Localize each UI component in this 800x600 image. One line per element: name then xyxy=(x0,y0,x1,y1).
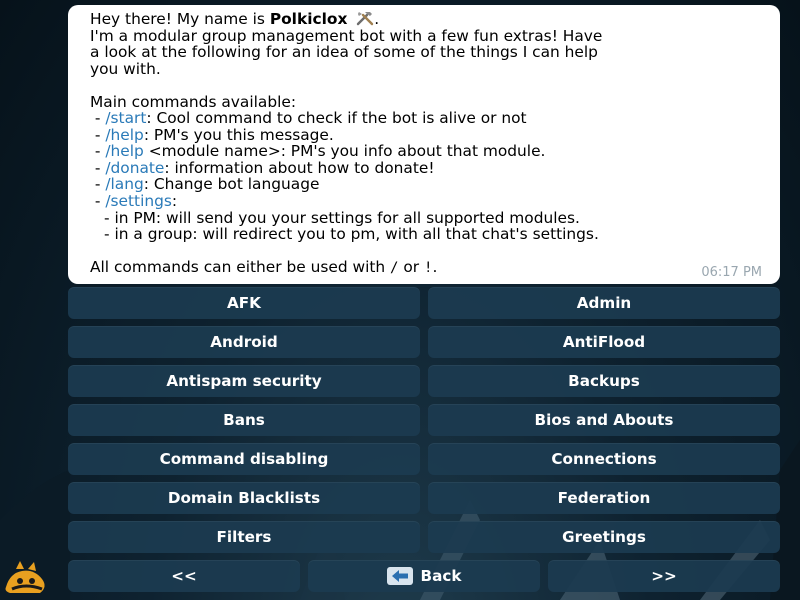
intro-line: I'm a modular group management bot with … xyxy=(90,26,603,45)
inline-keyboard: AFK Admin Android AntiFlood Antispam sec… xyxy=(68,287,780,599)
keyboard-row: Bans Bios and Abouts xyxy=(68,404,780,436)
command-desc: : Cool command to check if the bot is al… xyxy=(146,109,527,128)
bullet: - xyxy=(90,158,106,177)
bullet: - xyxy=(90,125,106,144)
lang-command-link[interactable]: /lang xyxy=(105,175,143,193)
settings-sub-line: - in a group: will redirect you to pm, w… xyxy=(104,225,599,244)
command-desc: <module name>: PM's you info about that … xyxy=(143,142,546,161)
greetings-button[interactable]: Greetings xyxy=(428,521,780,553)
next-page-button[interactable]: >> xyxy=(548,560,780,592)
command-desc: : xyxy=(171,192,178,211)
back-button-label: Back xyxy=(420,567,462,585)
command-line-lang: - /lang: Change bot language xyxy=(90,176,766,193)
keyboard-nav-row: << Back >> xyxy=(68,560,780,592)
command-line-help: - /help: PM's you this message. xyxy=(90,127,766,144)
footer-line: All commands can either be used with / o… xyxy=(90,259,766,276)
command-disabling-button[interactable]: Command disabling xyxy=(68,443,420,475)
settings-command-link[interactable]: /settings xyxy=(105,192,172,210)
command-desc: : PM's you this message. xyxy=(143,125,334,144)
bullet: - xyxy=(90,142,106,161)
command-desc: : information about how to donate! xyxy=(164,158,435,177)
message-timestamp: 06:17 PM xyxy=(701,265,762,280)
bot-name: Polkiclox xyxy=(269,10,348,28)
commands-heading: Main commands available: xyxy=(90,92,297,111)
footer-or: or xyxy=(398,258,425,277)
hammer-and-wrench-icon xyxy=(357,12,374,26)
greeting-line: Hey there! My name is Polkiclox . xyxy=(90,11,766,28)
keyboard-row: Android AntiFlood xyxy=(68,326,780,358)
command-line-settings: - /settings: xyxy=(90,193,766,210)
help-command-link[interactable]: /help xyxy=(105,126,143,144)
start-command-link[interactable]: /start xyxy=(105,109,146,127)
keyboard-row: AFK Admin xyxy=(68,287,780,319)
federation-button[interactable]: Federation xyxy=(428,482,780,514)
prev-page-button[interactable]: << xyxy=(68,560,300,592)
android-button[interactable]: Android xyxy=(68,326,420,358)
bot-avatar-icon[interactable] xyxy=(4,561,48,595)
greeting-suffix: . xyxy=(374,10,380,28)
bans-button[interactable]: Bans xyxy=(68,404,420,436)
filters-button[interactable]: Filters xyxy=(68,521,420,553)
antispam-security-button[interactable]: Antispam security xyxy=(68,365,420,397)
footer-text: All commands can either be used with xyxy=(90,258,391,277)
backups-button[interactable]: Backups xyxy=(428,365,780,397)
bot-message-bubble: Hey there! My name is Polkiclox . I'm a … xyxy=(68,5,780,284)
antiflood-button[interactable]: AntiFlood xyxy=(428,326,780,358)
domain-blacklists-button[interactable]: Domain Blacklists xyxy=(68,482,420,514)
command-desc: : Change bot language xyxy=(143,175,320,194)
command-line-start: - /start: Cool command to check if the b… xyxy=(90,110,766,127)
command-line-help-module: - /help <module name>: PM's you info abo… xyxy=(90,143,766,160)
bullet: - xyxy=(90,192,106,211)
keyboard-row: Filters Greetings xyxy=(68,521,780,553)
bullet: - xyxy=(90,109,106,128)
help-module-command-link[interactable]: /help xyxy=(105,142,143,160)
settings-sub-line: - in PM: will send you your settings for… xyxy=(104,208,580,227)
connections-button[interactable]: Connections xyxy=(428,443,780,475)
keyboard-row: Command disabling Connections xyxy=(68,443,780,475)
intro-line: you with. xyxy=(90,59,161,78)
command-line-donate: - /donate: information about how to dona… xyxy=(90,160,766,177)
afk-button[interactable]: AFK xyxy=(68,287,420,319)
back-arrow-icon xyxy=(386,567,413,585)
intro-line: a look at the following for an idea of s… xyxy=(90,43,598,62)
admin-button[interactable]: Admin xyxy=(428,287,780,319)
back-button[interactable]: Back xyxy=(308,560,540,592)
bios-and-abouts-button[interactable]: Bios and Abouts xyxy=(428,404,780,436)
greeting-text: Hey there! My name is xyxy=(90,10,270,28)
keyboard-row: Domain Blacklists Federation xyxy=(68,482,780,514)
keyboard-row: Antispam security Backups xyxy=(68,365,780,397)
bullet: - xyxy=(90,175,106,194)
donate-command-link[interactable]: /donate xyxy=(105,159,164,177)
footer-suffix: . xyxy=(432,258,438,277)
